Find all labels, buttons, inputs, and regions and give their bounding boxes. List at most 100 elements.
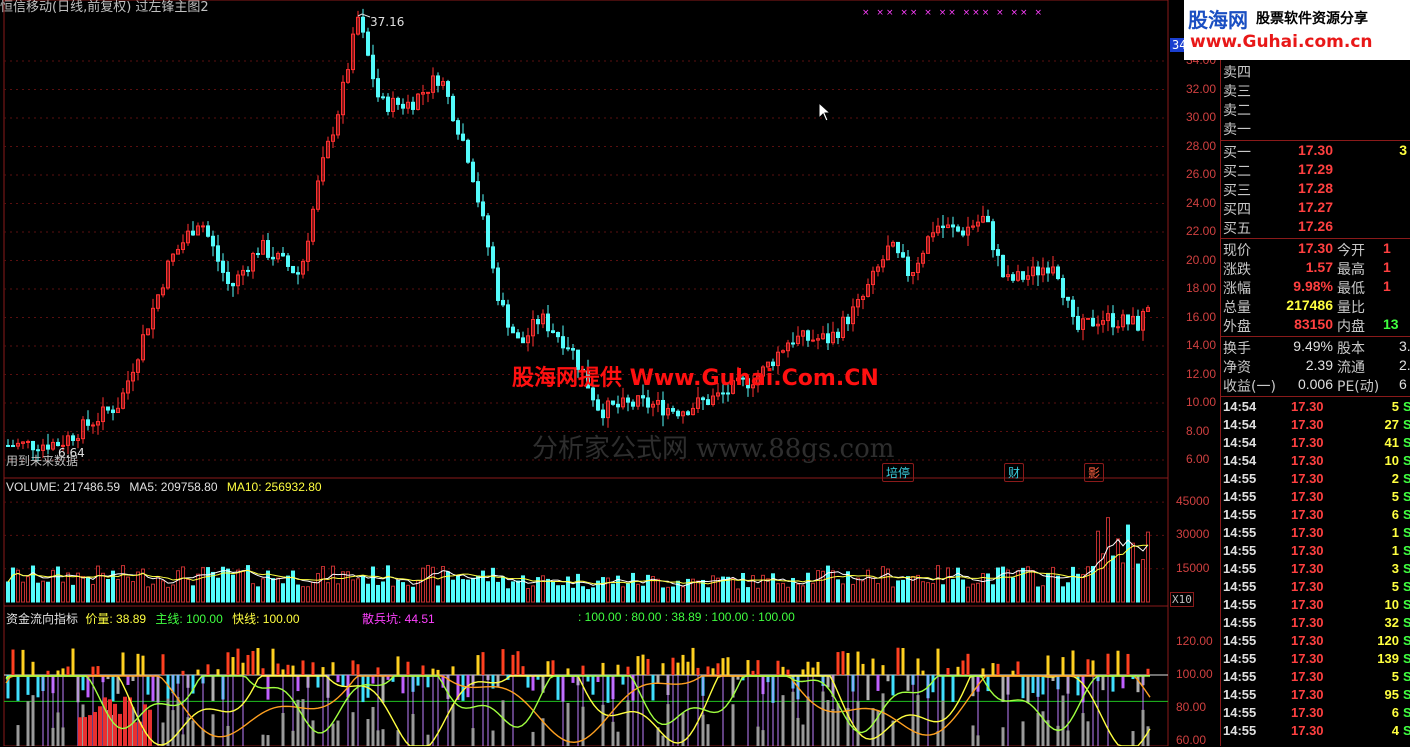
volume-bar	[586, 589, 590, 603]
volume-bar	[106, 578, 110, 603]
sell-row: 卖二	[1223, 100, 1409, 119]
indicator-gray-bar	[56, 712, 60, 746]
tick-row[interactable]: 14:55 17.30 139 S	[1223, 651, 1410, 669]
volume-bar	[211, 571, 215, 603]
tick-row[interactable]: 14:54 17.30 5 S	[1223, 399, 1410, 417]
volume-bar	[426, 564, 430, 603]
volume-bar	[381, 581, 385, 603]
volume-bar	[491, 567, 495, 603]
tick-row[interactable]: 14:54 17.30 41 S	[1223, 435, 1410, 453]
volume-bar	[266, 570, 270, 603]
indicator-gray-bar	[626, 700, 630, 746]
tick-row[interactable]: 14:55 17.30 3 S	[1223, 561, 1410, 579]
candle-body	[46, 444, 50, 450]
watermark-guhai: 股海网提供 Www.Guhai.Com.CN	[512, 366, 879, 391]
volume-bar	[46, 581, 50, 603]
volume-bar	[66, 572, 70, 603]
tick-row[interactable]: 14:55 17.30 5 S	[1223, 579, 1410, 597]
volume-bar	[711, 575, 715, 603]
volume-bar	[1046, 572, 1050, 603]
volume-bar	[506, 588, 510, 603]
volume-bar	[801, 585, 805, 603]
tick-row[interactable]: 14:55 17.30 5 S	[1223, 489, 1410, 507]
volume-bar	[566, 576, 570, 603]
tag-finance[interactable]: 财	[1004, 463, 1025, 482]
candle-body	[566, 347, 570, 350]
tick-row[interactable]: 14:55 17.30 10 S	[1223, 597, 1410, 615]
indicator-bar	[686, 661, 690, 675]
tick-price: 17.30	[1291, 579, 1324, 594]
candle-body	[956, 226, 960, 232]
tick-row[interactable]: 14:55 17.30 6 S	[1223, 705, 1410, 723]
tick-time: 14:55	[1223, 669, 1257, 684]
volume-bar	[796, 583, 800, 603]
volume-bar	[1051, 566, 1055, 603]
tick-row[interactable]: 14:55 17.30 4 S	[1223, 723, 1410, 741]
indicator-gray-bar	[211, 714, 215, 746]
indicator-gray-bar	[801, 724, 805, 746]
volume-bar	[786, 586, 790, 603]
tick-row[interactable]: 14:55 17.30 1 S	[1223, 543, 1410, 561]
volume-bar	[671, 586, 675, 603]
tick-volume: 41	[1384, 435, 1399, 450]
indicator-bar	[581, 665, 585, 675]
tick-row[interactable]: 14:55 17.30 32 S	[1223, 615, 1410, 633]
tick-side: S	[1403, 615, 1410, 630]
indicator-bar	[531, 675, 535, 691]
indicator-bar	[951, 675, 955, 703]
volume-bar	[466, 579, 470, 603]
buy-label: 买三	[1223, 183, 1251, 199]
candle-body	[1111, 313, 1115, 328]
volume-bar	[621, 586, 625, 603]
indicator-bar	[846, 652, 850, 675]
candle-body	[631, 401, 635, 407]
tick-row[interactable]: 14:55 17.30 1 S	[1223, 525, 1410, 543]
volume-bar	[916, 574, 920, 603]
stat-label-2: 内盘	[1337, 319, 1365, 335]
tick-row[interactable]: 14:55 17.30 120 S	[1223, 633, 1410, 651]
indicator-bar	[256, 648, 260, 675]
candle-body	[451, 95, 455, 122]
indicator-bar	[366, 675, 370, 698]
tick-time: 14:55	[1223, 651, 1257, 666]
indicator-bar	[1061, 657, 1065, 675]
candle-body	[1046, 267, 1050, 274]
candle-body	[1126, 314, 1130, 325]
tag-limit[interactable]: 培停	[882, 463, 915, 482]
chart-area[interactable]: 恒信移动(日线,前复权) 过左锋主图2 34 34.00 32.00 30.00 28…	[0, 0, 1220, 747]
candle-body	[701, 397, 705, 401]
tag-shadow[interactable]: 影	[1084, 463, 1105, 482]
quote-separator	[1221, 140, 1410, 141]
high-pointer	[357, 13, 371, 18]
volume-bar	[316, 573, 320, 603]
indicator-gray-bar	[426, 734, 430, 746]
tick-row[interactable]: 14:55 17.30 6 S	[1223, 507, 1410, 525]
tick-row[interactable]: 14:54 17.30 10 S	[1223, 453, 1410, 471]
volume-bar	[841, 583, 845, 603]
volume-bar	[931, 582, 935, 603]
candle-body	[986, 215, 990, 223]
tick-row[interactable]: 14:55 17.30 2 S	[1223, 471, 1410, 489]
indicator-gray-bar	[31, 695, 35, 746]
volume-bar	[826, 565, 830, 603]
tick-price: 17.30	[1291, 489, 1324, 504]
tick-row[interactable]: 14:54 17.30 27 S	[1223, 417, 1410, 435]
candle-body	[1011, 274, 1015, 281]
indicator-bar	[46, 670, 50, 675]
tick-row[interactable]: 14:55 17.30 5 S	[1223, 669, 1410, 687]
volume-bar	[746, 587, 750, 603]
volume-axis-label: 15000	[1176, 560, 1210, 575]
tick-volume: 32	[1384, 615, 1399, 630]
indicator-bar	[351, 660, 355, 675]
volume-bar	[546, 578, 550, 603]
indicator-bar	[121, 652, 125, 675]
volume-bar	[1081, 574, 1085, 603]
price-axis-label: 18.00	[1186, 281, 1217, 295]
indicator-red-block	[98, 706, 102, 746]
indicator-values: : 100.00 : 80.00 : 38.89 : 100.00 : 100.…	[578, 610, 795, 624]
guhai-logo[interactable]: 股海网 股票软件资源分享 www.Guhai.com.cn	[1184, 0, 1410, 60]
tick-row[interactable]: 14:55 17.30 95 S	[1223, 687, 1410, 705]
volume-bar	[471, 577, 475, 603]
indicator-gray-bar	[1081, 713, 1085, 746]
stat-row: 涨跌 1.57 最高 1	[1223, 259, 1409, 278]
